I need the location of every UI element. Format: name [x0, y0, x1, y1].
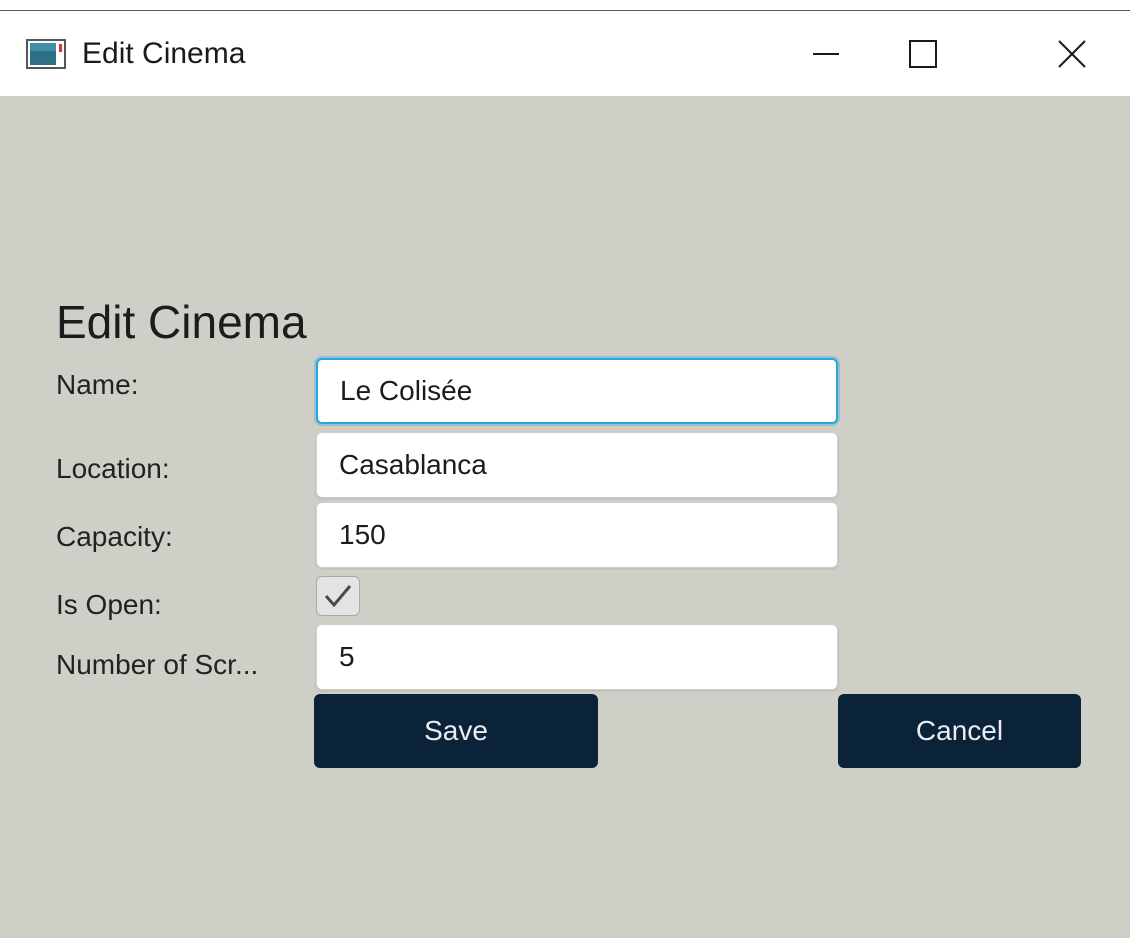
- close-icon: [1058, 40, 1086, 68]
- is-open-label: Is Open:: [56, 589, 162, 620]
- app-window-icon: [26, 39, 66, 69]
- window-title: Edit Cinema: [82, 37, 246, 70]
- capacity-field[interactable]: [316, 502, 838, 568]
- minimize-button[interactable]: [780, 12, 872, 96]
- location-label: Location:: [56, 453, 170, 484]
- maximize-icon: [909, 40, 937, 68]
- number-of-screens-label: Number of Scr...: [56, 649, 259, 680]
- checkmark-icon: [324, 585, 352, 608]
- maximize-button[interactable]: [877, 12, 969, 96]
- form-title: Edit Cinema: [56, 296, 307, 348]
- title-bar[interactable]: Edit Cinema: [0, 12, 1130, 96]
- is-open-checkbox[interactable]: [316, 576, 360, 616]
- save-button[interactable]: Save: [314, 694, 598, 768]
- cancel-button[interactable]: Cancel: [838, 694, 1081, 768]
- window-top-border: [0, 0, 1130, 11]
- close-button[interactable]: [1026, 12, 1118, 96]
- capacity-label: Capacity:: [56, 521, 173, 552]
- form-panel: Edit Cinema Name: Location: Capacity: Is…: [0, 96, 1130, 938]
- name-field[interactable]: [316, 358, 838, 424]
- name-label: Name:: [56, 369, 139, 400]
- minimize-icon: [813, 53, 839, 55]
- location-field[interactable]: [316, 432, 838, 498]
- number-of-screens-field[interactable]: [316, 624, 838, 690]
- edit-cinema-window: Edit Cinema Edit Cinema Name: Location: …: [0, 0, 1130, 938]
